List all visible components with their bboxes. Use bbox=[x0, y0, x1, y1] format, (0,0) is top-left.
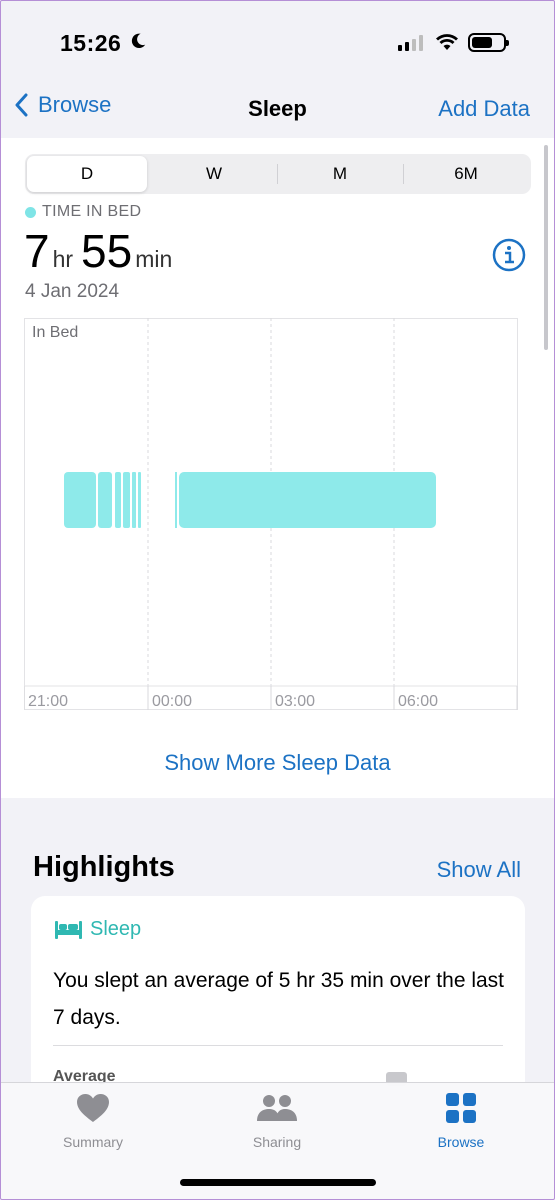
cellular-signal-icon bbox=[398, 35, 423, 51]
add-data-button[interactable]: Add Data bbox=[438, 96, 530, 122]
metric-label-text: TIME IN BED bbox=[42, 203, 142, 220]
heart-icon bbox=[77, 1094, 109, 1122]
info-icon[interactable] bbox=[492, 238, 526, 272]
highlights-title: Highlights bbox=[33, 851, 175, 883]
minutes-unit: min bbox=[135, 246, 173, 272]
home-indicator[interactable] bbox=[180, 1179, 376, 1186]
segment-six-months[interactable]: 6M bbox=[403, 154, 529, 194]
moon-icon bbox=[131, 33, 146, 49]
hours-value: 7 bbox=[24, 225, 50, 277]
segment-month[interactable]: M bbox=[277, 154, 403, 194]
sleep-chart: In Bed 21:00 00:00 03:00 06:00 bbox=[24, 318, 518, 710]
hours-unit: hr bbox=[52, 246, 74, 272]
x-tick-label: 21:00 bbox=[28, 693, 68, 710]
in-bed-segment bbox=[175, 472, 177, 528]
grid-icon bbox=[446, 1093, 476, 1123]
tab-label: Browse bbox=[437, 1134, 485, 1150]
minutes-value: 55 bbox=[81, 225, 133, 277]
in-bed-segment bbox=[123, 472, 130, 528]
in-bed-segment bbox=[138, 472, 141, 528]
battery-icon bbox=[468, 33, 509, 52]
tab-bar: Summary Sharing Browse bbox=[0, 1082, 555, 1200]
scroll-indicator[interactable] bbox=[544, 145, 548, 350]
in-bed-segment bbox=[179, 472, 436, 528]
segment-day[interactable]: D bbox=[27, 156, 147, 192]
x-tick-label: 03:00 bbox=[275, 693, 315, 710]
people-icon bbox=[257, 1095, 297, 1121]
status-bar: 15:26 bbox=[0, 0, 555, 80]
in-bed-segment bbox=[115, 472, 121, 528]
x-tick-label: 00:00 bbox=[152, 693, 192, 710]
tab-summary[interactable]: Summary bbox=[28, 1093, 158, 1150]
metric-label: TIME IN BED bbox=[25, 203, 141, 221]
tab-label: Summary bbox=[63, 1134, 123, 1150]
tab-label: Sharing bbox=[252, 1134, 302, 1150]
tab-browse[interactable]: Browse bbox=[396, 1093, 526, 1150]
x-tick-label: 06:00 bbox=[398, 693, 438, 710]
highlight-text: You slept an average of 5 hr 35 min over… bbox=[53, 969, 505, 1029]
wifi-icon bbox=[436, 34, 458, 50]
status-time: 15:26 bbox=[60, 30, 122, 56]
sleep-summary-card: D W M 6M TIME IN BED 7 hr 55 min 4 Jan 2… bbox=[0, 138, 555, 798]
show-all-button[interactable]: Show All bbox=[437, 857, 521, 883]
navigation-bar: Browse Sleep Add Data bbox=[0, 80, 555, 138]
legend-dot bbox=[25, 206, 36, 218]
show-more-sleep-data-button[interactable]: Show More Sleep Data bbox=[0, 750, 555, 776]
time-range-segmented-control: D W M 6M bbox=[25, 154, 531, 194]
in-bed-segment bbox=[64, 472, 96, 528]
chart-legend-label: In Bed bbox=[32, 324, 78, 341]
bed-icon bbox=[55, 920, 82, 939]
metric-value: 7 hr 55 min bbox=[24, 224, 180, 278]
highlight-category: Sleep bbox=[55, 918, 141, 941]
tab-sharing[interactable]: Sharing bbox=[212, 1093, 342, 1150]
metric-date: 4 Jan 2024 bbox=[25, 281, 120, 302]
highlight-category-label: Sleep bbox=[90, 918, 142, 940]
divider bbox=[53, 1045, 503, 1046]
segment-week[interactable]: W bbox=[151, 154, 277, 194]
in-bed-segment bbox=[132, 472, 136, 528]
in-bed-segment bbox=[98, 472, 112, 528]
